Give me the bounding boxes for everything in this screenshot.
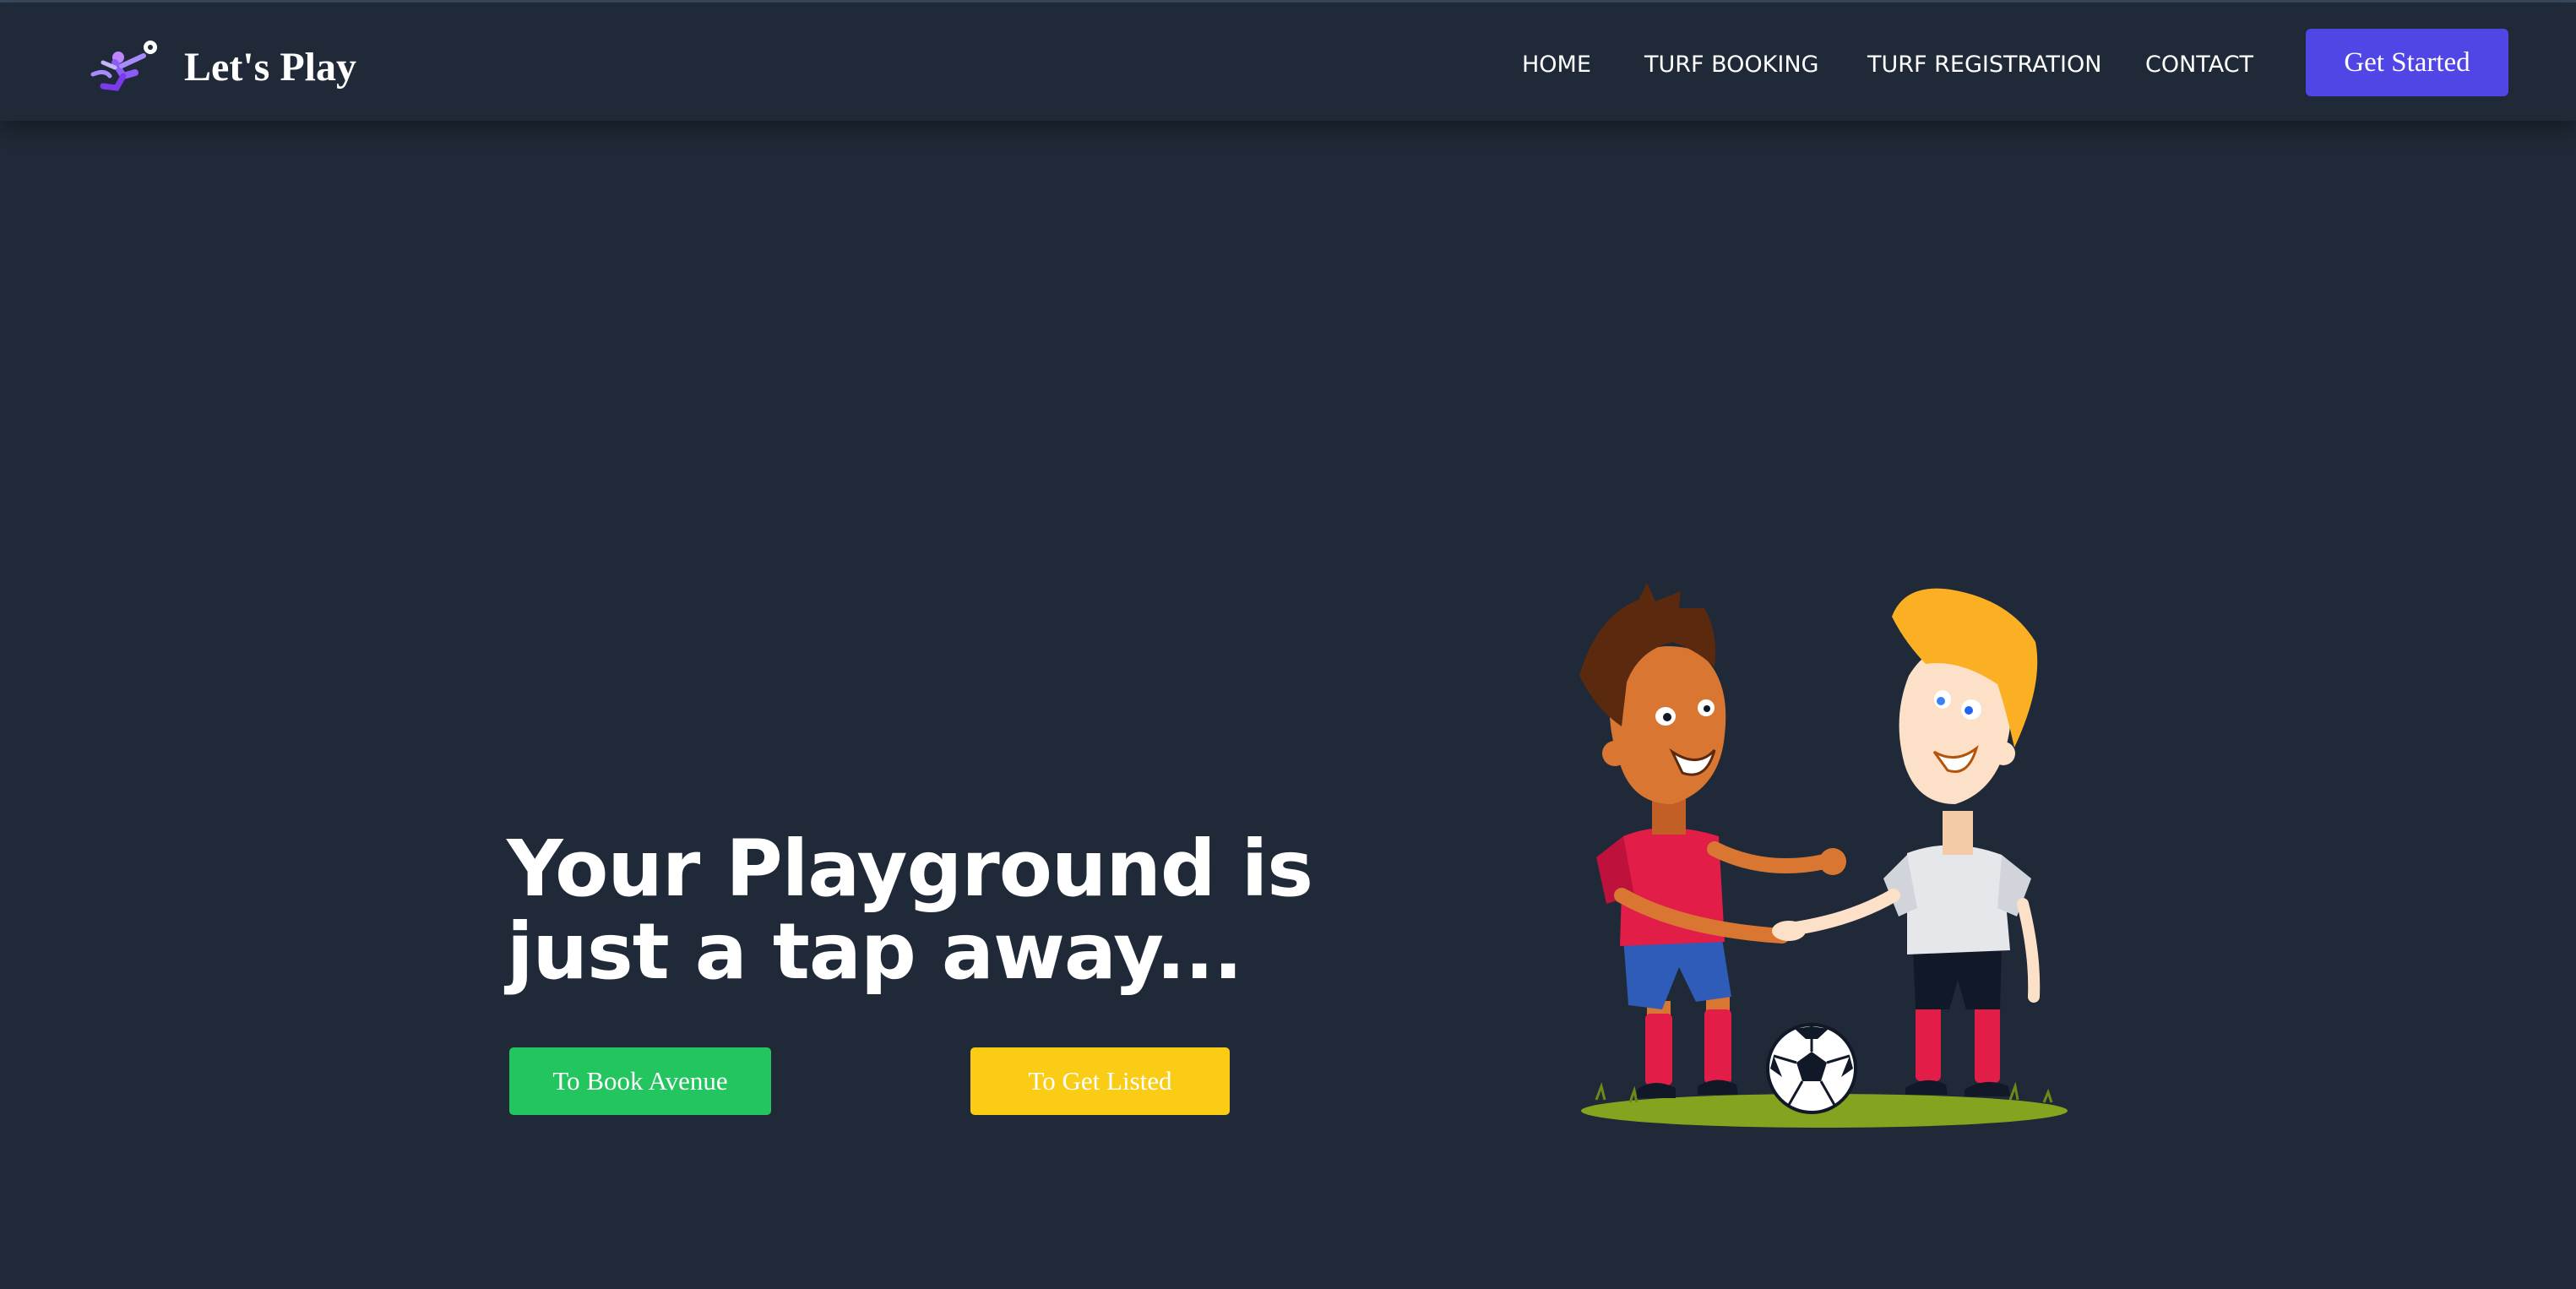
soccer-ball (1766, 1023, 1857, 1114)
left-player (1579, 583, 1846, 1098)
brand[interactable]: Let's Play (84, 33, 356, 101)
right-player (1772, 588, 2041, 1096)
brand-name: Let's Play (184, 44, 356, 90)
nav-link-turf-booking[interactable]: TURF BOOKING (1644, 52, 1818, 78)
hero-title-line2: just a tap away... (507, 906, 1243, 997)
hero-title: Your Playground is just a tap away... (507, 828, 1318, 993)
footballers-handshake-illustration (1579, 583, 2068, 1128)
get-listed-button[interactable]: To Get Listed (970, 1047, 1230, 1115)
kicking-player-icon (90, 41, 157, 91)
get-started-button[interactable]: Get Started (2306, 29, 2508, 96)
book-avenue-button[interactable]: To Book Avenue (509, 1047, 771, 1115)
navbar: Let's Play HOME TURF BOOKING TURF REGIST… (0, 3, 2576, 121)
nav-link-contact[interactable]: CONTACT (2145, 52, 2253, 78)
hero-title-line1: Your Playground is (507, 824, 1313, 914)
nav-link-home[interactable]: HOME (1522, 52, 1591, 78)
nav-link-turf-registration[interactable]: TURF REGISTRATION (1867, 52, 2101, 78)
